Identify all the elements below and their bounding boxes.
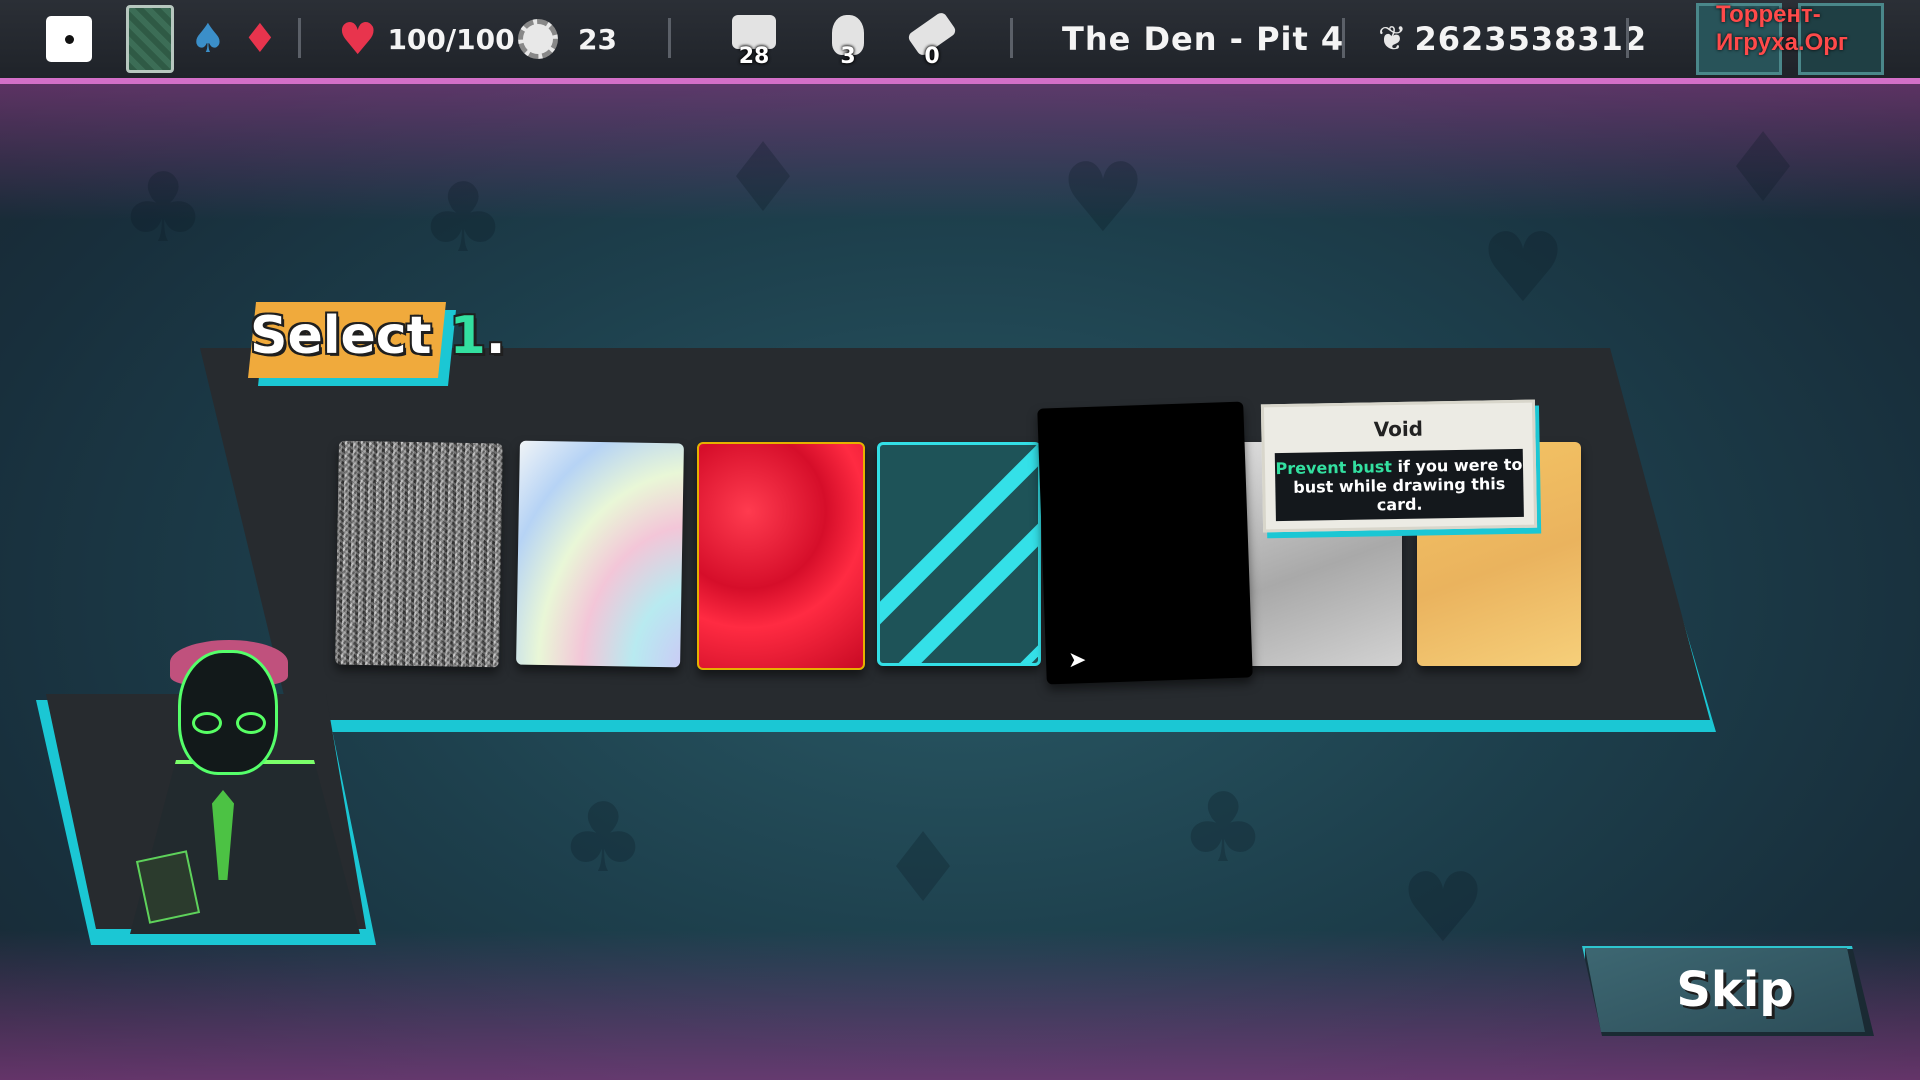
- bg-club-icon: ♣: [420, 162, 507, 274]
- select-prompt: Select 1.: [250, 306, 506, 366]
- deck-back-icon: [126, 5, 174, 73]
- bg-diamond-icon: ♦: [720, 122, 807, 234]
- card-tooltip: Void Prevent bust if you were to bust wh…: [1260, 399, 1538, 533]
- card-option-holographic[interactable]: [516, 440, 684, 668]
- divider: [1342, 18, 1345, 58]
- bg-club-icon: ♣: [560, 782, 647, 894]
- bg-heart-icon: ♥: [1060, 142, 1147, 254]
- card-option-void[interactable]: [1037, 401, 1253, 685]
- chips-display: 23: [518, 0, 617, 78]
- tooltip-description: Prevent bust if you were to bust while d…: [1274, 448, 1524, 522]
- dealer-mask-icon: [178, 650, 278, 775]
- bg-heart-icon: ♥: [1480, 212, 1567, 324]
- bg-club-icon: ♣: [1180, 772, 1267, 884]
- location-label: The Den - Pit 4: [1062, 20, 1345, 58]
- card-option-teal-striped[interactable]: [877, 442, 1041, 666]
- bg-diamond-icon: ♦: [1720, 112, 1807, 224]
- divider: [298, 18, 301, 58]
- watermark-text: Торрент-Игруха.Орг: [1716, 1, 1848, 56]
- heart-icon: ♥: [338, 13, 378, 65]
- mouse-cursor-icon: ➤: [1068, 648, 1087, 673]
- bg-heart-icon: ♥: [1400, 852, 1487, 964]
- skip-label: Skip: [1676, 962, 1794, 1018]
- ticket-button[interactable]: 0: [902, 0, 962, 78]
- tooltip-highlight: Prevent bust: [1275, 457, 1393, 479]
- health-value: 100/100: [387, 22, 515, 56]
- card-option-red[interactable]: [697, 442, 865, 670]
- seed-value: 2623538312: [1414, 20, 1648, 58]
- select-period: .: [485, 306, 506, 366]
- bag-count: 3: [840, 44, 856, 69]
- card-option-static[interactable]: [335, 440, 503, 668]
- dice-button[interactable]: [46, 0, 92, 78]
- tooltip-title: Void: [1373, 416, 1424, 442]
- chip-icon: [518, 19, 558, 59]
- divider: [1626, 18, 1629, 58]
- dealer-eye: [236, 712, 266, 734]
- health-display: ♥ 100/100: [338, 0, 515, 78]
- bg-diamond-icon: ♦: [880, 812, 967, 924]
- select-number: 1: [449, 306, 486, 366]
- card-stripe: [880, 471, 1038, 663]
- divider: [1010, 18, 1013, 58]
- skip-button[interactable]: Skip: [1585, 948, 1865, 1032]
- select-word: Select: [250, 306, 432, 366]
- spade-icon: ♠: [190, 16, 226, 62]
- bg-club-icon: ♣: [120, 152, 207, 264]
- deck-count: 28: [738, 44, 770, 69]
- dice-icon: [46, 16, 92, 62]
- deck-count-button[interactable]: 28: [724, 0, 784, 78]
- background-glow-top: [0, 80, 1920, 220]
- diamond-icon: ♦: [242, 16, 278, 62]
- seed-display: ❦ 2623538312: [1378, 0, 1647, 78]
- divider: [668, 18, 671, 58]
- deck-back-button[interactable]: [126, 0, 174, 78]
- ticket-count: 0: [924, 44, 940, 69]
- top-status-bar: ♠ ♦ ♥ 100/100 23 28 3 0 The Den - Pit 4: [0, 0, 1920, 84]
- sprout-icon: ❦: [1378, 19, 1407, 59]
- chips-value: 23: [578, 22, 617, 56]
- bag-button[interactable]: 3: [818, 0, 878, 78]
- dealer-eye: [192, 712, 222, 734]
